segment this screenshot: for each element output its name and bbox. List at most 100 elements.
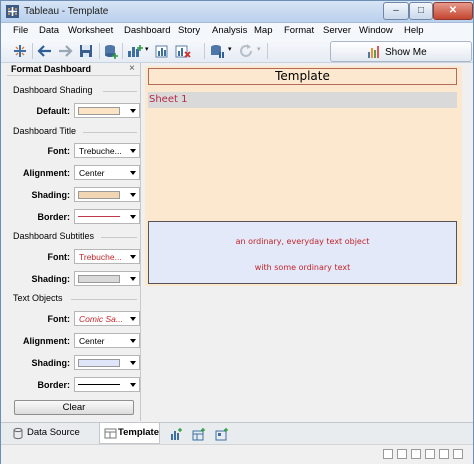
toolbar-separator (32, 43, 33, 59)
panel-header: Format Dashboard × (7, 63, 141, 76)
clear-button[interactable]: Clear (14, 400, 134, 415)
text-alignment-dropdown[interactable]: Center (74, 333, 140, 348)
title-font-label: Font: (47, 146, 71, 156)
section-dashboard-shading: Dashboard Shading (13, 85, 93, 95)
panel-title: Format Dashboard (11, 64, 92, 74)
text-alignment-value: Center (79, 336, 105, 346)
menu-data[interactable]: Data (39, 25, 59, 36)
tab-label: Data Source (27, 427, 80, 438)
new-story-tab-icon[interactable] (215, 427, 229, 441)
window-title: Tableau - Template (24, 6, 109, 17)
border-line-swatch (78, 216, 120, 217)
tableau-start-icon[interactable] (11, 42, 29, 60)
chevron-down-icon[interactable]: ▾ (228, 45, 232, 53)
dashboard-icon (104, 428, 117, 439)
chevron-down-icon[interactable]: ▾ (145, 45, 149, 53)
save-icon[interactable] (77, 42, 95, 60)
new-worksheet-icon[interactable] (126, 42, 144, 60)
title-alignment-value: Center (79, 168, 105, 178)
text-shading-dropdown[interactable] (74, 355, 140, 370)
new-dashboard-tab-icon[interactable] (192, 427, 206, 441)
dashboard-title[interactable]: Template (148, 68, 457, 85)
menu-dashboard[interactable]: Dashboard (124, 25, 170, 36)
menu-story[interactable]: Story (178, 25, 200, 36)
title-bar: Tableau - Template – □ ✕ (1, 1, 473, 23)
title-shading-dropdown[interactable] (74, 187, 140, 202)
section-divider (71, 299, 137, 300)
database-icon (13, 427, 23, 440)
title-shading-label: Shading: (31, 190, 71, 200)
subtitle-font-dropdown[interactable]: Trebuche... (74, 249, 140, 264)
title-alignment-dropdown[interactable]: Center (74, 165, 140, 180)
title-font-value: Trebuche... (79, 146, 122, 156)
tab-label: Template (118, 427, 160, 438)
clear-sheet-icon[interactable] (174, 42, 192, 60)
status-bar (1, 444, 473, 464)
show-filmstrip-icon[interactable] (425, 449, 435, 459)
menu-window[interactable]: Window (359, 25, 393, 36)
show-tabs-icon[interactable] (453, 449, 463, 459)
back-arrow-icon[interactable] (36, 42, 54, 60)
show-me-button[interactable]: Show Me (330, 41, 472, 62)
title-border-dropdown[interactable] (74, 209, 140, 224)
sheet-title[interactable]: Sheet 1 (148, 92, 457, 108)
duplicate-sheet-icon[interactable] (153, 42, 171, 60)
chevron-down-icon (130, 149, 136, 153)
menu-help[interactable]: Help (404, 25, 424, 36)
close-button[interactable]: ✕ (433, 2, 473, 20)
border-line-swatch (78, 384, 120, 385)
pause-updates-icon[interactable] (208, 42, 226, 60)
first-sheet-icon[interactable] (383, 449, 393, 459)
show-sheet-sorter-icon[interactable] (439, 449, 449, 459)
next-sheet-icon[interactable] (411, 449, 421, 459)
minimize-button[interactable]: – (383, 2, 409, 20)
tab-data-source[interactable]: Data Source (9, 423, 97, 444)
text-object-line: an ordinary, everyday text object (235, 237, 370, 246)
color-swatch (78, 191, 120, 199)
tableau-logo-icon (6, 5, 19, 18)
toolbar-separator (99, 43, 100, 59)
chevron-down-icon (130, 171, 136, 175)
previous-sheet-icon[interactable] (397, 449, 407, 459)
new-worksheet-tab-icon[interactable] (169, 427, 183, 441)
menu-server[interactable]: Server (323, 25, 351, 36)
text-border-label: Border: (37, 380, 70, 390)
chevron-down-icon (130, 193, 136, 197)
text-font-label: Font: (47, 314, 71, 324)
chevron-down-icon (130, 215, 136, 219)
refresh-icon[interactable] (237, 42, 255, 60)
menu-file[interactable]: File (13, 25, 28, 36)
dashboard-canvas: Template Sheet 1 an ordinary, everyday t… (142, 63, 473, 421)
text-border-dropdown[interactable] (74, 377, 140, 392)
color-swatch (78, 107, 120, 115)
tab-template[interactable]: Template (99, 423, 160, 444)
app-window: Tableau - Template – □ ✕ File Data Works… (0, 0, 474, 464)
menu-format[interactable]: Format (284, 25, 314, 36)
dashboard[interactable]: Template Sheet 1 an ordinary, everyday t… (145, 66, 462, 286)
title-border-label: Border: (37, 212, 70, 222)
subtitle-shading-dropdown[interactable] (74, 271, 140, 286)
bar-chart-icon (368, 46, 379, 58)
color-swatch (78, 275, 120, 283)
chevron-down-icon (130, 361, 136, 365)
close-icon[interactable]: × (129, 63, 135, 74)
menu-map[interactable]: Map (254, 25, 272, 36)
toolbar-separator (267, 43, 268, 59)
new-data-source-icon[interactable] (102, 42, 120, 60)
chevron-down-icon[interactable]: ▾ (257, 45, 261, 53)
toolbar-separator (204, 43, 205, 59)
menu-analysis[interactable]: Analysis (212, 25, 247, 36)
section-text-objects: Text Objects (13, 293, 63, 303)
toolbar-separator (122, 43, 123, 59)
default-shading-dropdown[interactable] (74, 103, 140, 118)
sheet-tab-bar: Data Source Template (1, 422, 473, 444)
subtitle-font-label: Font: (47, 252, 71, 262)
chevron-down-icon (130, 109, 136, 113)
subtitle-shading-label: Shading: (31, 274, 71, 284)
menu-worksheet[interactable]: Worksheet (68, 25, 113, 36)
maximize-button[interactable]: □ (409, 2, 433, 20)
text-object[interactable]: an ordinary, everyday text object with s… (148, 221, 457, 284)
title-font-dropdown[interactable]: Trebuche... (74, 143, 140, 158)
forward-arrow-icon[interactable] (56, 42, 74, 60)
text-font-dropdown[interactable]: Comic Sa... (74, 311, 140, 326)
